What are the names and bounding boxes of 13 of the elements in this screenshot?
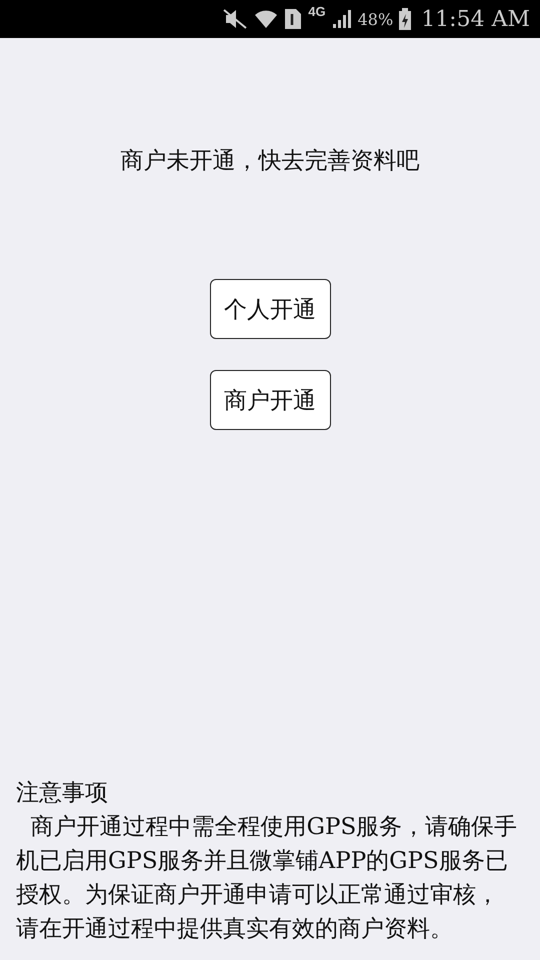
wifi-icon — [254, 8, 278, 30]
battery-icon — [399, 8, 412, 30]
mute-icon — [222, 8, 248, 30]
network-type: 4G — [308, 4, 326, 19]
battery-percent: 48% — [358, 10, 394, 28]
open-button[interactable]: 个人开通 — [210, 279, 330, 339]
clock: 11:54 AM — [421, 6, 530, 32]
sim-card-icon — [284, 8, 302, 30]
notes-text: 商户开通过程中需全程使用GPS服务，请确保手机已启用GPS服务并且微掌铺APP的GPS服务已授权。为保证商户开通申请可以正常通过审核，请在开通过程中提供真实有效的商户资料。 — [16, 813, 518, 944]
notes-title: 注意事项 — [16, 779, 109, 808]
status-message: 商户未开通，快去完善资料吧 — [120, 147, 420, 176]
signal-icon — [332, 9, 352, 29]
open-button[interactable]: 商户开通 — [210, 370, 330, 430]
